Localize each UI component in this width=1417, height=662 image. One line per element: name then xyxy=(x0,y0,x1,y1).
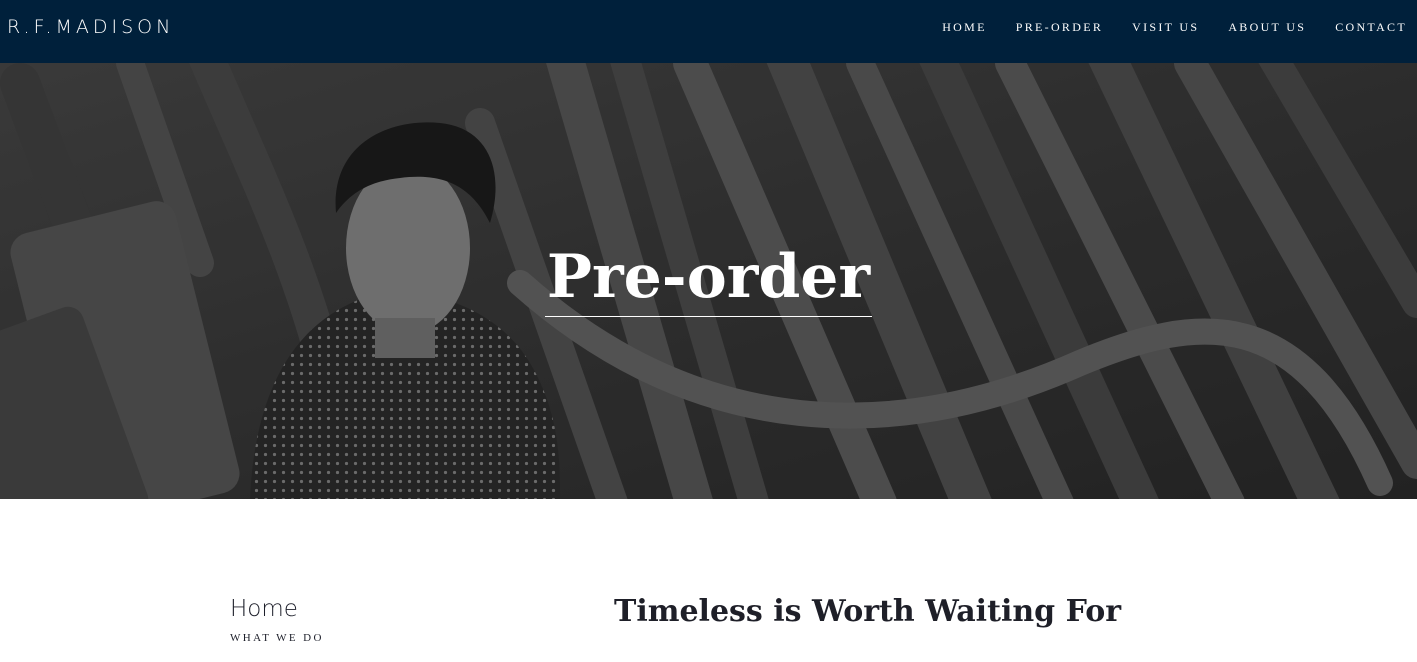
nav-visit-us[interactable]: VISIT US xyxy=(1132,20,1199,35)
nav-about-us[interactable]: ABOUT US xyxy=(1228,20,1306,35)
sidebar-section: Home WHAT WE DO xyxy=(230,596,324,644)
hero-title: Pre-order xyxy=(0,241,1417,317)
sidebar-subtitle: WHAT WE DO xyxy=(230,632,324,644)
hero-banner: Pre-order xyxy=(0,63,1417,499)
sidebar-title: Home xyxy=(230,596,298,622)
nav-pre-order[interactable]: PRE-ORDER xyxy=(1016,20,1103,35)
main-nav: HOME PRE-ORDER VISIT US ABOUT US CONTACT xyxy=(942,20,1407,35)
top-navigation-bar: R.F.MADISON HOME PRE-ORDER VISIT US ABOU… xyxy=(0,0,1417,63)
site-logo[interactable]: R.F.MADISON xyxy=(7,16,174,38)
hero-title-text: Pre-order xyxy=(544,241,873,317)
main-heading: Timeless is Worth Waiting For xyxy=(614,594,1122,629)
nav-contact[interactable]: CONTACT xyxy=(1335,20,1407,35)
nav-home[interactable]: HOME xyxy=(942,20,987,35)
